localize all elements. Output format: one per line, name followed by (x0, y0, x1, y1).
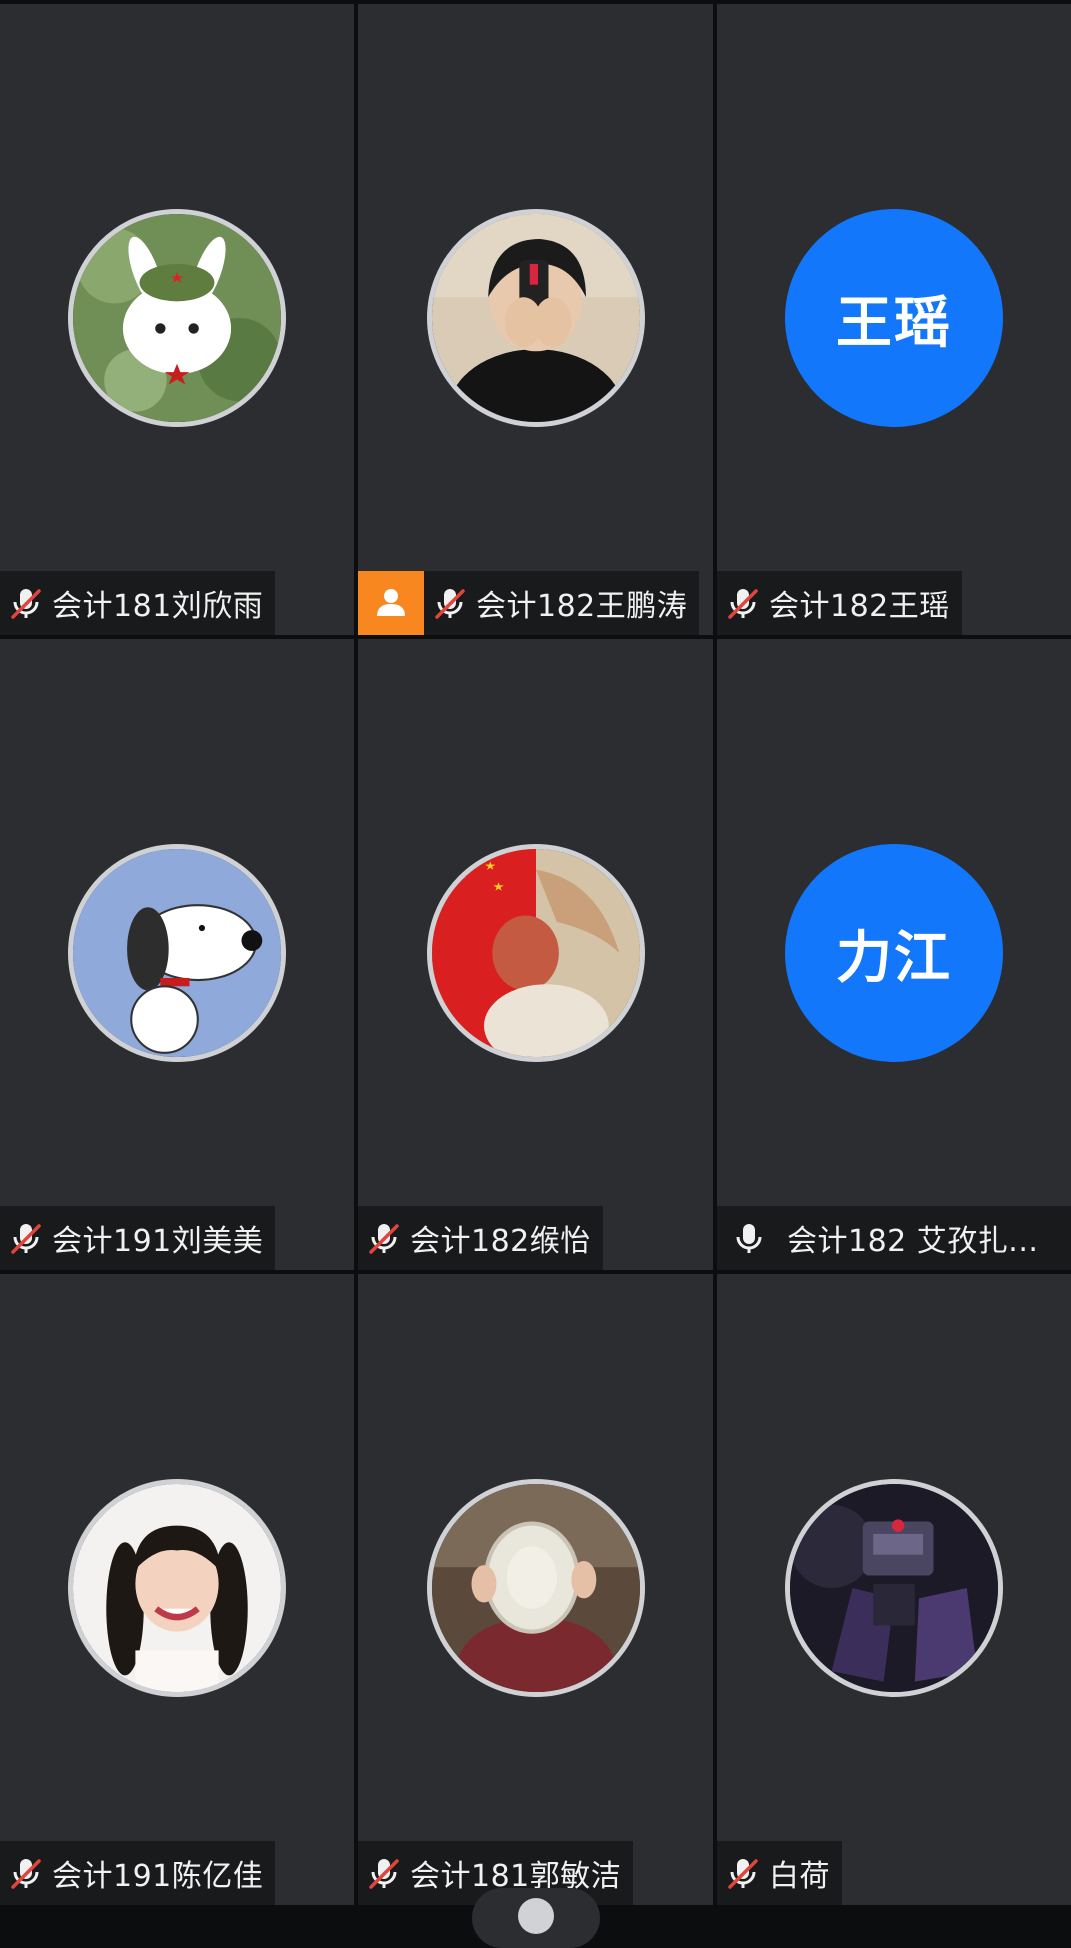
participant-tile[interactable]: 会计191陈亿佳 (0, 1274, 354, 1905)
participant-tile[interactable]: 会计182王鹏涛 (358, 4, 713, 635)
mic-muted-icon (0, 571, 52, 635)
avatar (68, 209, 286, 427)
host-badge-icon (358, 571, 424, 635)
mic-muted-icon (0, 1841, 52, 1905)
participant-label: 会计182缑怡 (358, 1206, 603, 1270)
avatar-icon (518, 1898, 554, 1934)
participant-name: 会计182 艾孜扎... (787, 1224, 1039, 1259)
rabbit-avatar-image (73, 214, 281, 422)
participant-label: 会计182王鹏涛 (358, 571, 700, 635)
video-grid: 会计181刘欣雨 会计182王鹏涛 王瑶 会计182王瑶 会计191刘美美 会计… (0, 0, 1071, 1905)
avatar (426, 844, 645, 1062)
participant-label: 会计182王瑶 (717, 571, 962, 635)
text-avatar: 力江 (785, 844, 1003, 1062)
mic-muted-icon (0, 1206, 52, 1270)
girl-photo-avatar-image (73, 1484, 281, 1692)
participant-name: 会计182王鹏涛 (476, 589, 688, 624)
participant-label: 白荷 (717, 1841, 842, 1905)
mic-muted-icon (358, 1206, 410, 1270)
mic-muted-icon (717, 1841, 769, 1905)
participant-label: 会计181刘欣雨 (0, 571, 276, 635)
participant-name: 会计182缑怡 (410, 1224, 591, 1259)
participant-tile[interactable]: 会计181郭敏洁 (358, 1274, 713, 1905)
text-avatar: 王瑶 (785, 209, 1003, 427)
avatar (68, 1479, 286, 1697)
participant-tile[interactable]: 王瑶 会计182王瑶 (717, 4, 1071, 635)
participant-name: 会计182王瑶 (769, 589, 950, 624)
participant-name: 白荷 (769, 1859, 830, 1894)
participant-tile[interactable]: 会计191刘美美 (0, 639, 354, 1270)
avatar (785, 1479, 1003, 1697)
avatar (426, 1479, 645, 1697)
participant-name: 会计181刘欣雨 (52, 589, 264, 624)
snoopy-avatar-image (73, 849, 281, 1057)
mic-muted-icon (717, 571, 769, 635)
mic-icon (717, 1206, 781, 1270)
participant-label: 会计191陈亿佳 (0, 1841, 276, 1905)
participant-label: 会计182 艾孜扎... (717, 1206, 1071, 1270)
participant-tile[interactable]: 会计182缑怡 (358, 639, 713, 1270)
flag-girl-avatar-image (431, 849, 640, 1057)
mic-muted-icon (424, 571, 476, 635)
participant-label: 会计191刘美美 (0, 1206, 276, 1270)
participant-tile[interactable]: 会计181刘欣雨 (0, 4, 354, 635)
avatar (68, 844, 286, 1062)
participant-name: 会计191陈亿佳 (52, 1859, 264, 1894)
robot-avatar-image (790, 1484, 998, 1692)
participant-tile[interactable]: 力江 会计182 艾孜扎... (717, 639, 1071, 1270)
mic-muted-icon (358, 1841, 410, 1905)
boy-photo-avatar-image (431, 214, 640, 422)
avatar (426, 209, 645, 427)
child-plate-avatar-image (431, 1484, 640, 1692)
participant-tile[interactable]: 白荷 (717, 1274, 1071, 1905)
participant-name: 会计191刘美美 (52, 1224, 264, 1259)
